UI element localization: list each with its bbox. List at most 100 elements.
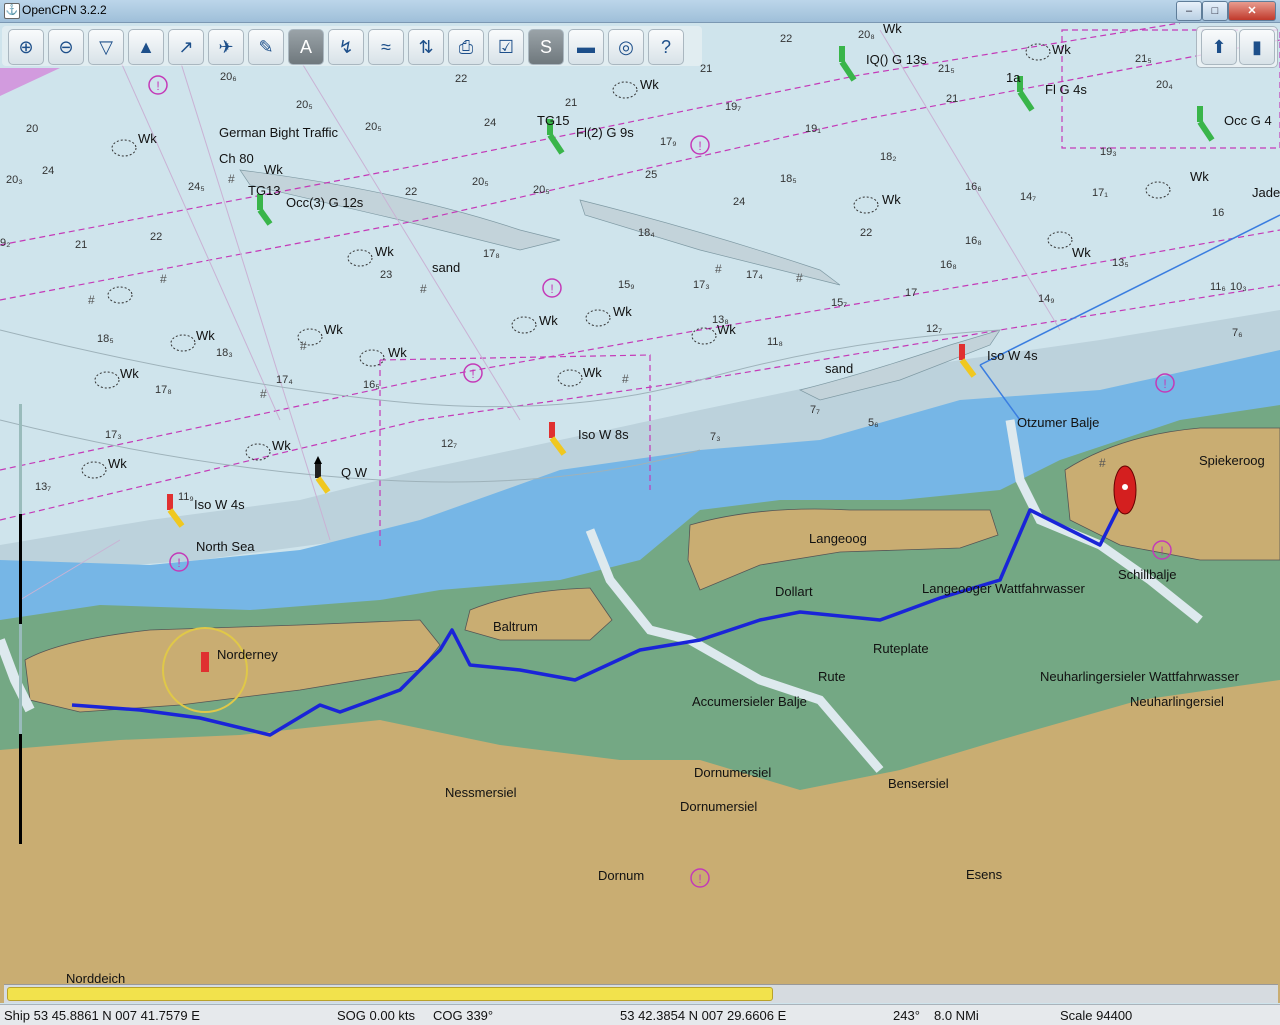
svg-text:20₅: 20₅: [296, 99, 313, 111]
svg-text:5₆: 5₆: [868, 417, 879, 429]
scale-readout: Scale 94400: [1060, 1008, 1133, 1023]
svg-text:17₃: 17₃: [693, 279, 710, 291]
svg-text:21₅: 21₅: [1135, 53, 1152, 65]
svg-text:17₄: 17₄: [276, 374, 293, 386]
help-icon[interactable]: ?: [648, 29, 684, 65]
gps-signal-icon[interactable]: ▮: [1239, 29, 1275, 65]
svg-text:15₇: 15₇: [831, 297, 847, 309]
mob-icon[interactable]: ◎: [608, 29, 644, 65]
svg-text:21: 21: [700, 63, 712, 75]
svg-text:19₃: 19₃: [1100, 146, 1117, 158]
svg-text:!: !: [698, 872, 701, 886]
ais-icon[interactable]: ✈: [208, 29, 244, 65]
svg-text:20₃: 20₃: [6, 174, 23, 186]
svg-text:20₄: 20₄: [1156, 79, 1173, 91]
svg-text:17₉: 17₉: [660, 136, 677, 148]
status-toolbar: ⬆ ▮: [1196, 26, 1278, 68]
svg-text:18₃: 18₃: [216, 347, 233, 359]
svg-text:17: 17: [905, 287, 917, 299]
track-icon[interactable]: S: [528, 29, 564, 65]
svg-text:21: 21: [75, 239, 87, 251]
svg-text:15₉: 15₉: [618, 279, 635, 291]
svg-text:#: #: [715, 262, 722, 276]
svg-text:24: 24: [484, 117, 496, 129]
svg-text:9₂: 9₂: [0, 237, 10, 249]
svg-text:25: 25: [645, 169, 657, 181]
main-toolbar: ⊕ ⊖ ▽ ▲ ↗ ✈ ✎ A ↯ ≈ ⇅ ⎙ ☑ S ▬ ◎?: [2, 26, 702, 66]
svg-text:10₃: 10₃: [1230, 281, 1247, 293]
svg-text:!: !: [1163, 377, 1166, 391]
svg-text:#: #: [420, 282, 427, 296]
svg-text:24₅: 24₅: [188, 181, 205, 193]
svg-text:18₅: 18₅: [97, 333, 114, 345]
svg-text:20₅: 20₅: [533, 184, 550, 196]
close-button[interactable]: ✕: [1228, 1, 1276, 21]
settings-icon[interactable]: ☑: [488, 29, 524, 65]
svg-text:17₃: 17₃: [105, 429, 122, 441]
maximize-button[interactable]: □: [1202, 1, 1228, 21]
svg-text:7₃: 7₃: [710, 431, 721, 443]
svg-text:24: 24: [42, 165, 54, 177]
print-icon[interactable]: ⎙: [448, 29, 484, 65]
sog-readout: SOG 0.00 kts: [337, 1008, 416, 1023]
svg-text:20: 20: [26, 123, 38, 135]
color-scheme-icon[interactable]: ▬: [568, 29, 604, 65]
svg-text:!: !: [156, 79, 159, 93]
progress-fill: [7, 987, 774, 1001]
waypoint-icon[interactable]: ↯: [328, 29, 364, 65]
svg-text:17₈: 17₈: [483, 248, 500, 260]
cursor-position: 53 42.3854 N 007 29.6606 E: [620, 1008, 787, 1023]
chart-load-progress: [4, 984, 1278, 1003]
svg-text:16₆: 16₆: [965, 181, 982, 193]
svg-text:16₈: 16₈: [940, 259, 957, 271]
svg-text:19₇: 19₇: [725, 101, 741, 113]
zoom-in-icon[interactable]: ⊕: [8, 29, 44, 65]
distance-readout: 8.0 NMi: [934, 1008, 979, 1023]
tide-icon[interactable]: ≈: [368, 29, 404, 65]
svg-text:19₁: 19₁: [805, 123, 821, 135]
chart-quilt-icon[interactable]: ▽: [88, 29, 124, 65]
svg-text:11₆: 11₆: [1210, 281, 1226, 293]
measure-icon[interactable]: ✎: [248, 29, 284, 65]
svg-text:7₆: 7₆: [1232, 327, 1243, 339]
svg-text:#: #: [1099, 456, 1106, 470]
zoom-out-icon[interactable]: ⊖: [48, 29, 84, 65]
svg-text:24: 24: [733, 196, 745, 208]
svg-text:!: !: [177, 556, 180, 570]
text-icon[interactable]: A: [288, 29, 324, 65]
current-icon[interactable]: ⇅: [408, 29, 444, 65]
svg-text:16₅: 16₅: [363, 379, 380, 391]
svg-text:22: 22: [780, 33, 792, 45]
svg-text:11₉: 11₉: [178, 491, 194, 503]
svg-text:20₈: 20₈: [858, 29, 875, 41]
svg-text:13₇: 13₇: [35, 481, 51, 493]
svg-text:22: 22: [455, 73, 467, 85]
opencpn-app-icon[interactable]: ⚓: [4, 3, 20, 19]
bearing-readout: 243°: [893, 1008, 920, 1023]
svg-text:#: #: [622, 372, 629, 386]
svg-text:!: !: [471, 367, 474, 381]
minimize-button[interactable]: –: [1176, 1, 1202, 21]
compass-north-icon[interactable]: ⬆: [1201, 29, 1237, 65]
nautical-chart-canvas[interactable]: !!! !!! !! 20 24 20₃ 24₅ 20₆ 20₅ 20₅ 22 24 21 21…: [0, 23, 1280, 1003]
svg-text:17₈: 17₈: [155, 384, 172, 396]
svg-text:#: #: [260, 387, 267, 401]
svg-text:20₆: 20₆: [220, 71, 237, 83]
svg-text:21: 21: [946, 93, 958, 105]
svg-text:!: !: [550, 282, 553, 296]
svg-text:22: 22: [860, 227, 872, 239]
svg-text:!: !: [698, 139, 701, 153]
compass-icon[interactable]: ▲: [128, 29, 164, 65]
svg-text:23: 23: [380, 269, 392, 281]
svg-text:22: 22: [405, 186, 417, 198]
svg-text:21₅: 21₅: [938, 63, 955, 75]
svg-text:21: 21: [565, 97, 577, 109]
window-titlebar: ⚓ OpenCPN 3.2.2 – □ ✕: [0, 0, 1280, 23]
svg-text:17₄: 17₄: [746, 269, 763, 281]
svg-text:#: #: [796, 271, 803, 285]
route-icon[interactable]: ↗: [168, 29, 204, 65]
svg-text:11₈: 11₈: [767, 336, 783, 348]
svg-text:18₅: 18₅: [780, 173, 797, 185]
svg-text:#: #: [88, 293, 95, 307]
svg-text:22: 22: [150, 231, 162, 243]
